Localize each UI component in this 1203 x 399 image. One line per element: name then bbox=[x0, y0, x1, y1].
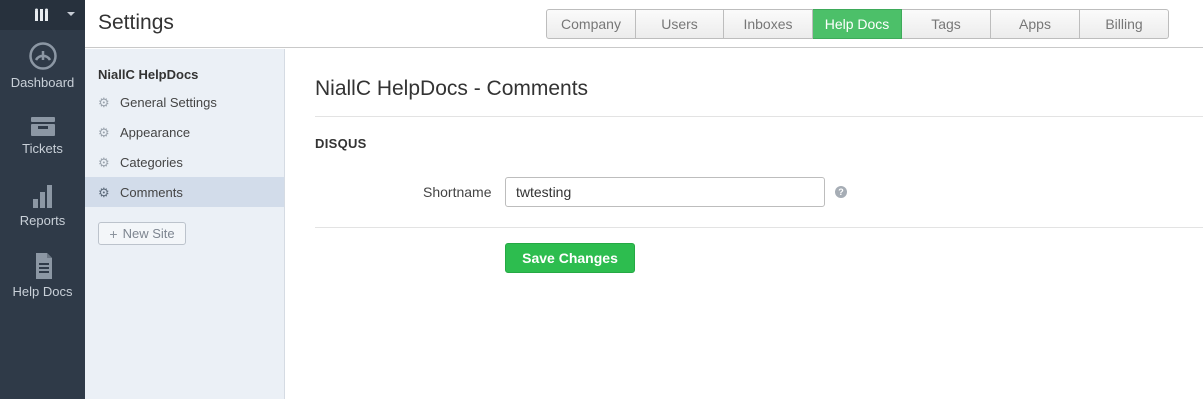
logo-icon bbox=[34, 8, 48, 21]
tab-company[interactable]: Company bbox=[546, 9, 636, 39]
gear-icon: ⚙ bbox=[98, 184, 110, 200]
nav-help-docs-label: Help Docs bbox=[12, 283, 73, 299]
tab-help-docs[interactable]: Help Docs bbox=[813, 9, 902, 39]
tab-inboxes[interactable]: Inboxes bbox=[724, 9, 813, 39]
sidebar-item-label: Comments bbox=[120, 184, 183, 200]
nav-dashboard-label: Dashboard bbox=[10, 74, 75, 90]
site-menu: ⚙ General Settings ⚙ Appearance ⚙ Catego… bbox=[85, 87, 284, 207]
sidebar-item-label: Appearance bbox=[120, 124, 191, 140]
gear-icon: ⚙ bbox=[98, 94, 110, 110]
divider bbox=[315, 116, 1203, 117]
sidebar-item-label: Categories bbox=[120, 154, 183, 170]
dashboard-icon bbox=[28, 41, 57, 70]
main-content: NiallC HelpDocs - Comments DISQUS Shortn… bbox=[285, 49, 1203, 399]
new-site-label: New Site bbox=[122, 226, 175, 241]
left-nav: Dashboard Tickets Reports Help Docs bbox=[0, 0, 85, 399]
sidebar-item-general-settings[interactable]: ⚙ General Settings bbox=[85, 87, 284, 117]
settings-tabs: Company Users Inboxes Help Docs Tags App… bbox=[546, 9, 1169, 39]
header: Settings Company Users Inboxes Help Docs… bbox=[85, 0, 1203, 48]
reports-icon bbox=[32, 184, 52, 208]
plus-icon: + bbox=[109, 225, 118, 242]
gear-icon: ⚙ bbox=[98, 124, 110, 140]
site-name: NiallC HelpDocs bbox=[98, 67, 199, 82]
nav-tickets-label: Tickets bbox=[22, 140, 63, 156]
section-title: DISQUS bbox=[315, 136, 367, 151]
nav-dashboard[interactable]: Dashboard bbox=[0, 30, 85, 100]
sidebar-item-categories[interactable]: ⚙ Categories bbox=[85, 147, 284, 177]
page-title: Settings bbox=[98, 11, 174, 34]
nav-reports-label: Reports bbox=[19, 212, 66, 228]
tab-tags[interactable]: Tags bbox=[902, 9, 991, 39]
shortname-input[interactable] bbox=[505, 177, 825, 207]
sidebar-item-appearance[interactable]: ⚙ Appearance bbox=[85, 117, 284, 147]
gear-icon: ⚙ bbox=[98, 154, 110, 170]
help-icon[interactable]: ? bbox=[835, 186, 847, 198]
helpdocs-icon bbox=[35, 252, 52, 279]
shortname-label: Shortname bbox=[423, 184, 492, 200]
tab-users[interactable]: Users bbox=[636, 9, 724, 39]
nav-help-docs[interactable]: Help Docs bbox=[0, 240, 85, 310]
site-sidebar: NiallC HelpDocs ⚙ General Settings ⚙ App… bbox=[85, 49, 285, 399]
chevron-down-icon bbox=[67, 12, 75, 16]
new-site-button[interactable]: + New Site bbox=[98, 222, 186, 245]
sidebar-item-label: General Settings bbox=[120, 94, 217, 110]
tickets-icon bbox=[30, 116, 55, 136]
nav-tickets[interactable]: Tickets bbox=[0, 100, 85, 170]
tab-billing[interactable]: Billing bbox=[1080, 9, 1169, 39]
content-title: NiallC HelpDocs - Comments bbox=[315, 77, 589, 100]
save-changes-button[interactable]: Save Changes bbox=[505, 243, 635, 273]
divider bbox=[315, 227, 1203, 228]
logo-menu[interactable] bbox=[0, 0, 85, 30]
sidebar-item-comments[interactable]: ⚙ Comments bbox=[85, 177, 284, 207]
tab-apps[interactable]: Apps bbox=[991, 9, 1080, 39]
nav-reports[interactable]: Reports bbox=[0, 170, 85, 240]
